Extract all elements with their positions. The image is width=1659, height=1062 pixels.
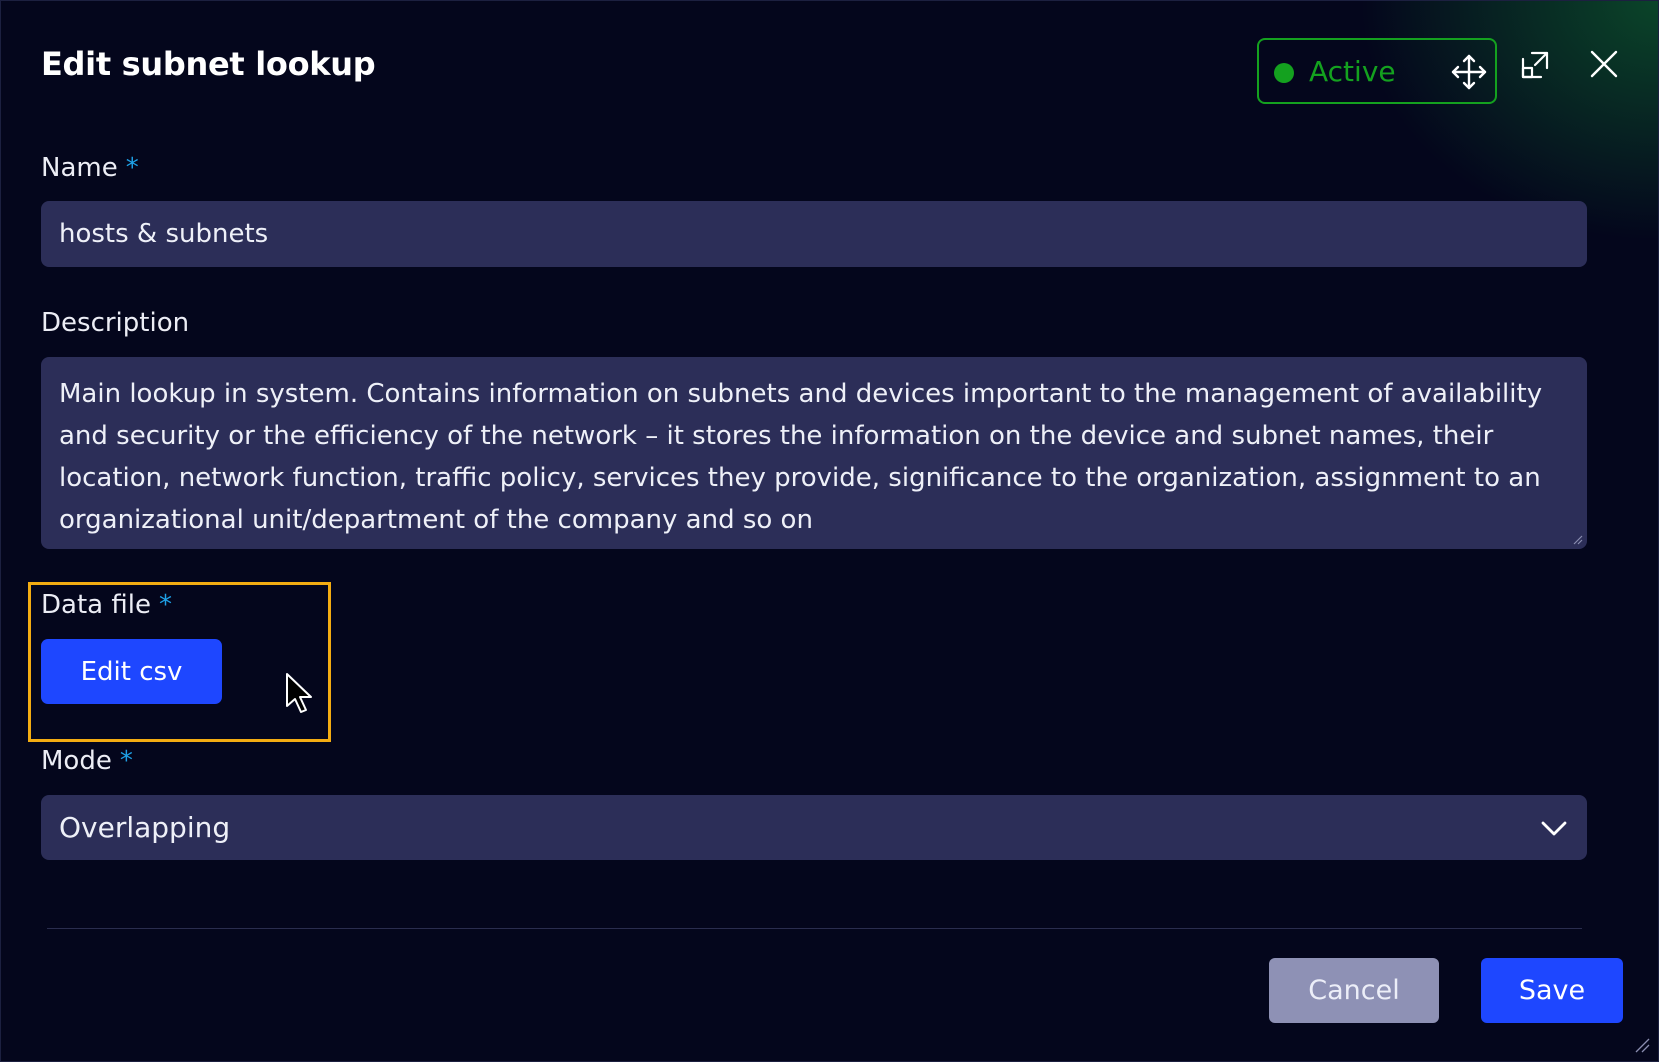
mode-select[interactable]: Overlapping: [41, 795, 1587, 860]
name-label-text: Name: [41, 153, 118, 183]
mouse-cursor-icon: [286, 673, 312, 713]
status-label: Active: [1309, 55, 1396, 88]
expand-icon[interactable]: [1518, 48, 1552, 82]
mode-selected-value: Overlapping: [59, 811, 231, 844]
required-mark: *: [119, 746, 133, 776]
description-textarea[interactable]: Main lookup in system. Contains informat…: [41, 357, 1587, 549]
cancel-button[interactable]: Cancel: [1269, 958, 1439, 1023]
required-mark: *: [158, 590, 172, 620]
description-label: Description: [41, 308, 190, 338]
edit-subnet-lookup-dialog: Edit subnet lookup Active Name * hosts &…: [0, 0, 1659, 1062]
status-toggle[interactable]: Active: [1257, 38, 1497, 104]
data-file-label: Data file *: [41, 590, 172, 620]
name-label: Name *: [41, 153, 139, 183]
save-button[interactable]: Save: [1481, 958, 1623, 1023]
mode-label: Mode *: [41, 746, 133, 776]
dialog-resize-icon[interactable]: [1634, 1037, 1650, 1053]
edit-csv-button[interactable]: Edit csv: [41, 639, 222, 704]
data-file-label-text: Data file: [41, 590, 151, 620]
move-arrows-icon[interactable]: [1449, 52, 1489, 92]
chevron-down-icon: [1541, 821, 1567, 836]
status-dot-icon: [1274, 63, 1294, 83]
name-input[interactable]: hosts & subnets: [41, 201, 1587, 267]
resize-grip-icon[interactable]: [1571, 533, 1583, 545]
dialog-title: Edit subnet lookup: [41, 45, 376, 83]
description-text: Main lookup in system. Contains informat…: [59, 379, 1543, 535]
footer-divider: [47, 928, 1582, 929]
required-mark: *: [125, 153, 139, 183]
close-icon[interactable]: [1587, 47, 1621, 81]
mode-label-text: Mode: [41, 746, 112, 776]
